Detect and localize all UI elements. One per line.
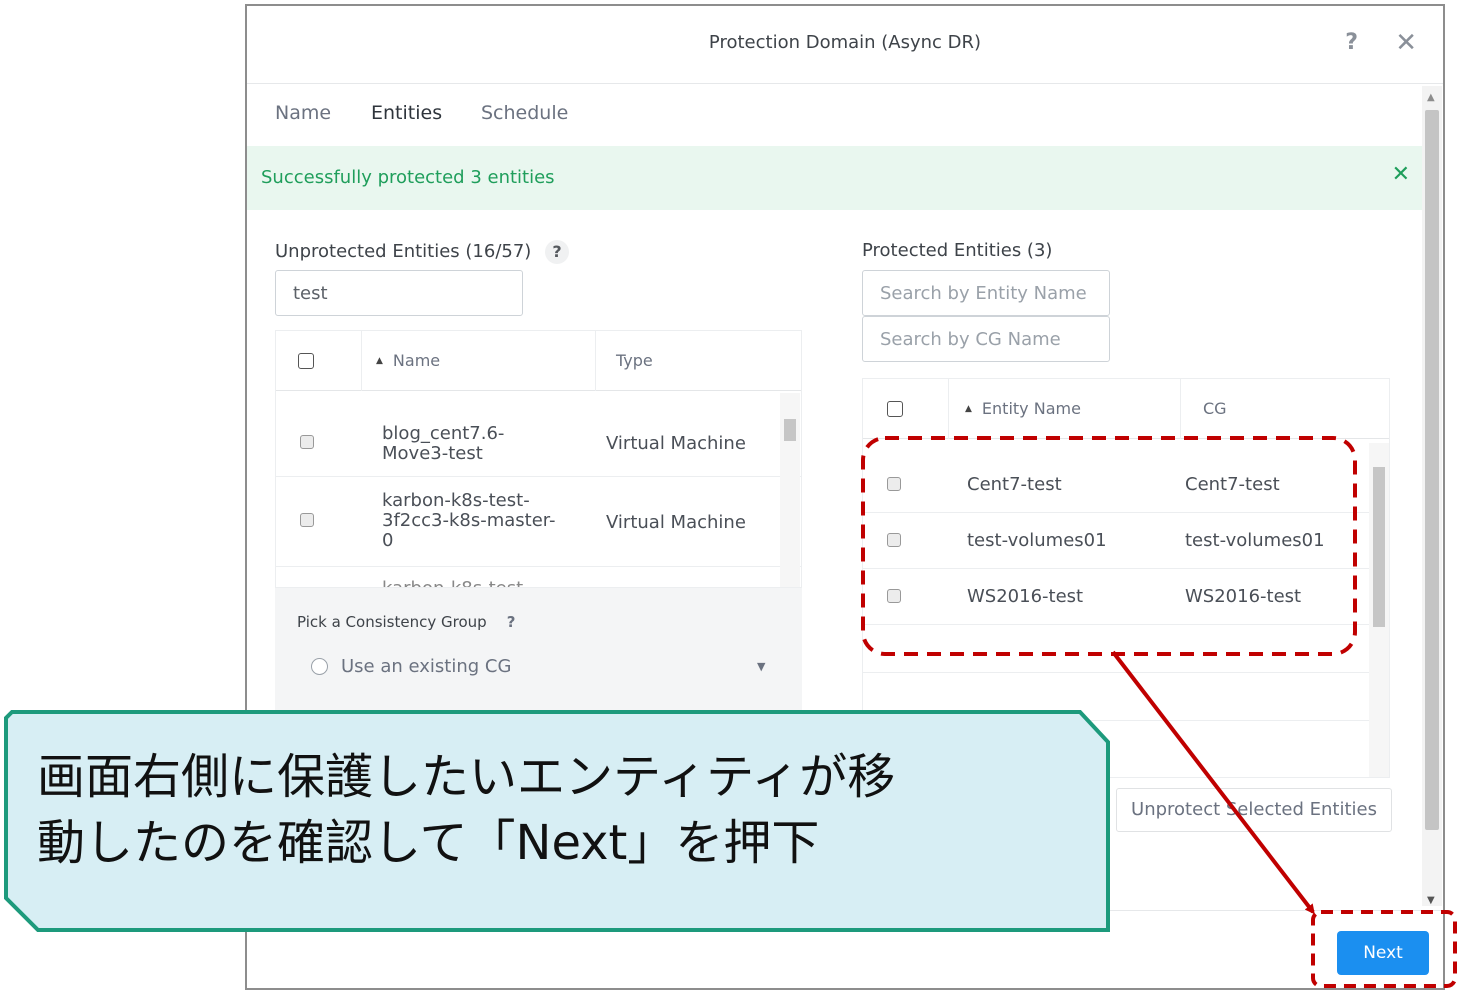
banner-close-icon[interactable]: ✕	[1392, 162, 1410, 187]
cg-name: Cent7-test	[1185, 474, 1280, 495]
dialog-title: Protection Domain (Async DR)	[708, 32, 982, 53]
table-row[interactable]: Cent7-test Cent7-test	[863, 457, 1389, 513]
entity-name: karbon-k8s-test- 3f2cc3-k8s-master- 0	[382, 490, 556, 551]
row-checkbox[interactable]	[300, 513, 314, 527]
unprotected-help-icon[interactable]: ?	[545, 240, 570, 264]
consistency-group-help-icon[interactable]: ?	[507, 613, 516, 631]
table-scrollbar[interactable]	[1369, 443, 1389, 777]
tab-entities[interactable]: Entities	[371, 102, 442, 124]
table-row[interactable]: test-volumes01 test-volumes01	[863, 513, 1389, 569]
row-checkbox[interactable]	[300, 435, 314, 449]
unprotected-entities-table: ▲ Name Type blog_cent7.6- Move3-test Virt…	[275, 330, 802, 588]
sort-ascending-icon: ▲	[965, 404, 972, 414]
scroll-down-arrow-icon[interactable]: ▼	[1427, 895, 1435, 906]
select-all-checkbox[interactable]	[887, 401, 903, 417]
entity-name: Cent7-test	[967, 474, 1062, 495]
help-icon[interactable]: ?	[1345, 30, 1358, 55]
entity-type: Virtual Machine	[606, 433, 746, 454]
scrollbar-thumb[interactable]	[1425, 110, 1439, 830]
table-header: ▲ Name Type	[276, 331, 801, 391]
table-row[interactable]: blog_cent7.6- Move3-test Virtual Machine	[276, 391, 801, 477]
dialog-scrollbar[interactable]: ▲ ▼	[1422, 86, 1442, 906]
scroll-up-arrow-icon[interactable]: ▲	[1427, 92, 1435, 103]
row-checkbox[interactable]	[887, 589, 901, 603]
entity-name: test-volumes01	[967, 530, 1107, 551]
protected-entities-label: Protected Entities (3)	[862, 240, 1053, 261]
empty-row	[863, 673, 1389, 721]
table-row[interactable]: karbon-k8s-test-	[276, 567, 801, 588]
table-header: ▲ Entity Name CG	[863, 379, 1389, 439]
annotation-callout-text: 画面右側に保護したいエンティティが移 動したのを確認して「Next」を押下	[37, 744, 1097, 876]
consistency-group-label: Pick a Consistency Group	[297, 613, 487, 631]
use-existing-cg-radio[interactable]	[311, 658, 328, 675]
entity-name-partial: karbon-k8s-test-	[382, 579, 530, 588]
cg-name: WS2016-test	[1185, 586, 1302, 607]
table-row[interactable]: karbon-k8s-test- 3f2cc3-k8s-master- 0 Vi…	[276, 477, 801, 567]
entity-type: Virtual Machine	[606, 512, 746, 533]
annotation-line-2: 動したのを確認して「Next」を押下	[37, 815, 820, 871]
success-banner: Successfully protected 3 entities ✕	[247, 146, 1422, 210]
entity-name-column-header[interactable]: ▲ Entity Name	[965, 399, 1081, 418]
protected-entities-table: ▲ Entity Name CG Cent7-test Cent7-test te…	[862, 378, 1390, 778]
row-checkbox[interactable]	[887, 533, 901, 547]
dialog-titlebar: Protection Domain (Async DR) ? ✕	[247, 6, 1443, 84]
unprotected-entities-label: Unprotected Entities (16/57)	[275, 241, 532, 262]
consistency-group-panel: Pick a Consistency Group? Use an existin…	[275, 588, 802, 718]
entity-name: WS2016-test	[967, 586, 1084, 607]
chevron-down-icon[interactable]: ▼	[757, 660, 765, 673]
annotation-line-1: 画面右側に保護したいエンティティが移	[37, 749, 896, 805]
tab-name[interactable]: Name	[275, 102, 331, 124]
select-all-checkbox[interactable]	[298, 353, 314, 369]
close-icon[interactable]: ✕	[1395, 28, 1417, 58]
sort-ascending-icon: ▲	[376, 356, 383, 366]
tab-schedule[interactable]: Schedule	[481, 102, 568, 124]
cg-column-header[interactable]: CG	[1203, 399, 1227, 418]
type-column-header[interactable]: Type	[616, 351, 653, 370]
footer-divider	[247, 910, 1443, 911]
unprotect-selected-button[interactable]: Unprotect Selected Entities	[1116, 788, 1392, 832]
use-existing-cg-label[interactable]: Use an existing CG	[341, 656, 511, 677]
unprotected-entities-heading: Unprotected Entities (16/57) ?	[275, 240, 570, 264]
consistency-group-heading: Pick a Consistency Group?	[297, 613, 515, 631]
search-entity-name-input[interactable]	[862, 270, 1110, 316]
empty-row	[863, 625, 1389, 673]
search-cg-name-input[interactable]	[862, 316, 1110, 362]
success-message: Successfully protected 3 entities	[261, 167, 555, 188]
table-scrollbar[interactable]	[780, 393, 800, 587]
unprotected-search-input[interactable]	[275, 270, 523, 316]
table-row[interactable]: WS2016-test WS2016-test	[863, 569, 1389, 625]
next-button[interactable]: Next	[1337, 931, 1429, 975]
cg-name: test-volumes01	[1185, 530, 1325, 551]
name-column-header[interactable]: ▲ Name	[376, 351, 440, 370]
row-checkbox[interactable]	[887, 477, 901, 491]
entity-name: blog_cent7.6- Move3-test	[382, 423, 505, 464]
table-scrollbar-thumb[interactable]	[784, 419, 796, 441]
table-scrollbar-thumb[interactable]	[1373, 467, 1385, 627]
